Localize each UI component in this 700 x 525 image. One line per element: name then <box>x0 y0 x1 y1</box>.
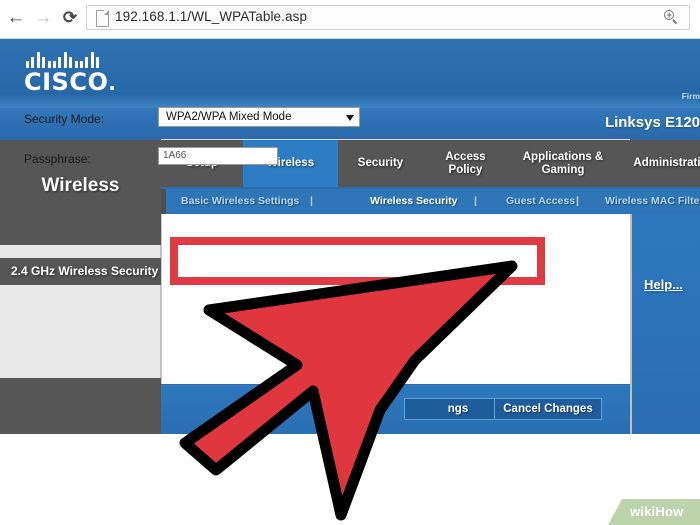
cisco-header-band: CISCO. Firm <box>0 39 700 108</box>
passphrase-value: 1A66 <box>163 150 187 161</box>
subnav-wireless-security[interactable]: Wireless Security <box>370 195 457 207</box>
back-arrow-icon[interactable]: ← <box>4 6 28 30</box>
watermark-text: wikiHow <box>630 504 683 519</box>
subnav-separator-0: | <box>310 195 313 207</box>
tab-administration[interactable]: Administration <box>618 140 700 187</box>
passphrase-label: Passphrase: <box>24 152 91 166</box>
tab-label: Security <box>357 157 404 169</box>
subnav-basic-wireless-settings[interactable]: Basic Wireless Settings <box>181 195 299 207</box>
tab-applications-gaming[interactable]: Applications & Gaming <box>508 140 618 187</box>
watermark-how: How <box>655 504 684 519</box>
url-text[interactable]: 192.168.1.1/WL_WPATable.asp <box>115 9 307 24</box>
sub-navigation-strip: Basic Wireless Settings Wireless Security… <box>161 187 700 216</box>
subnav-separator-1: | <box>474 195 477 207</box>
subnav-separator-2: | <box>576 195 579 207</box>
page-document-icon <box>96 10 109 27</box>
cisco-brand-text: CISCO <box>24 68 109 96</box>
browser-chrome: ← → ⟳ 192.168.1.1/WL_WPATable.asp + <box>0 0 700 39</box>
chevron-down-icon[interactable] <box>346 115 354 121</box>
tab-label: Administration <box>633 157 700 169</box>
section-header: 2.4 GHz Wireless Security <box>0 258 161 285</box>
cisco-brand-dot: . <box>108 71 117 95</box>
security-mode-label: Security Mode: <box>24 112 105 126</box>
zoom-in-magnifier-icon[interactable]: + <box>664 10 679 25</box>
tab-security[interactable]: Security <box>338 140 423 187</box>
cisco-bar-13 <box>96 57 100 68</box>
button-bar: ngs Cancel Changes <box>161 384 630 434</box>
cisco-bar-7 <box>63 52 67 68</box>
left-column-footer <box>0 378 161 434</box>
cisco-bar-11 <box>85 57 89 68</box>
cisco-bar-0 <box>26 61 29 68</box>
tab-label: Access Policy <box>445 150 486 176</box>
cisco-bar-5 <box>53 61 56 68</box>
help-link[interactable]: Help... <box>644 277 683 292</box>
forward-arrow-icon[interactable]: → <box>31 6 55 30</box>
cisco-bar-2 <box>36 52 40 68</box>
help-panel: Help... <box>630 214 700 434</box>
cisco-bar-3 <box>42 57 46 68</box>
reload-icon[interactable]: ⟳ <box>58 6 82 30</box>
tab-label: Applications & Gaming <box>522 150 604 176</box>
router-model-name: Linksys E120 <box>604 114 700 131</box>
watermark-wiki: wiki <box>630 504 656 519</box>
passphrase-input[interactable]: 1A66 <box>158 147 278 165</box>
cisco-wordmark: CISCO. <box>24 68 116 96</box>
cisco-bar-10 <box>80 61 83 68</box>
settings-form-panel <box>161 214 630 384</box>
router-admin-page: CISCO. Firm Linksys E120 Wireless SetupW… <box>0 39 700 525</box>
security-mode-selected-value: WPA2/WPA Mixed Mode <box>166 111 292 123</box>
tab-access-policy[interactable]: Access Policy <box>423 140 508 187</box>
cancel-changes-button[interactable]: Cancel Changes <box>494 398 602 420</box>
address-bar[interactable]: 192.168.1.1/WL_WPATable.asp + <box>86 5 690 30</box>
cisco-bars-icon <box>26 51 104 68</box>
subnav-left-edge <box>161 189 166 216</box>
cisco-logo: CISCO. <box>24 51 136 97</box>
cisco-bar-1 <box>31 57 35 68</box>
section-header-label: 2.4 GHz Wireless Security <box>11 264 159 278</box>
subnav-wireless-mac-filter[interactable]: Wireless MAC Filter <box>605 195 700 207</box>
subnav-guest-access[interactable]: Guest Access <box>506 195 575 207</box>
security-mode-select[interactable]: WPA2/WPA Mixed Mode <box>158 107 360 127</box>
cisco-bar-6 <box>58 57 62 68</box>
firmware-version-text: Firm <box>681 91 700 101</box>
page-title: Wireless <box>41 175 120 196</box>
wikihow-watermark: wikiHow <box>608 499 700 525</box>
cisco-bar-4 <box>47 61 51 68</box>
cisco-bar-9 <box>74 61 78 68</box>
cisco-bar-12 <box>90 52 94 68</box>
cisco-bar-8 <box>69 57 73 68</box>
form-divider <box>161 139 630 140</box>
